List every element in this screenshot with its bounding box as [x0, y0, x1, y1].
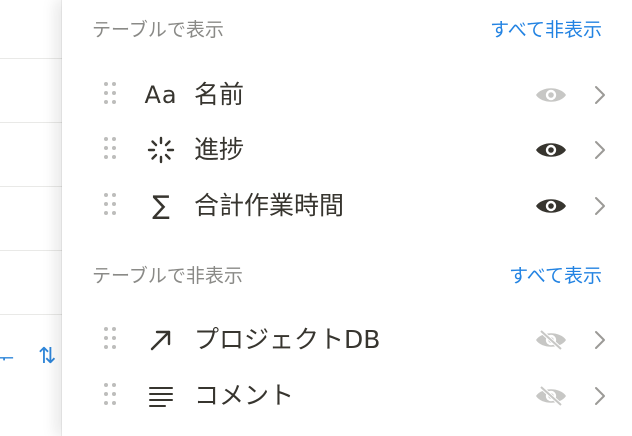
eye-off-icon[interactable]: [534, 328, 568, 352]
drag-handle-icon[interactable]: [104, 193, 118, 219]
sigma-icon: ∑: [152, 191, 170, 221]
hidden-section-title: テーブルで非表示: [92, 265, 243, 287]
eye-icon[interactable]: [534, 83, 568, 107]
table-row-divider: [0, 122, 62, 123]
shown-section-header: テーブルで表示 すべて非表示: [62, 15, 632, 45]
chevron-right-icon[interactable]: [590, 194, 610, 218]
drag-handle-icon[interactable]: [104, 137, 118, 163]
property-label: コメント: [194, 381, 295, 410]
eye-icon[interactable]: [534, 138, 568, 162]
sort-icon[interactable]: ⇅: [38, 346, 56, 368]
chevron-right-icon[interactable]: [590, 328, 610, 352]
shown-section-title: テーブルで表示: [92, 19, 224, 41]
property-label: 進捗: [194, 135, 245, 164]
property-label: 合計作業時間: [194, 191, 345, 220]
text-icon: Aa: [144, 81, 178, 109]
property-row-project-db[interactable]: プロジェクトDB: [62, 314, 632, 366]
drag-handle-icon[interactable]: [104, 82, 118, 108]
property-row-total-hours[interactable]: ∑ 合計作業時間: [62, 180, 632, 232]
table-row-divider: [0, 314, 62, 315]
hide-all-button[interactable]: すべて非表示: [490, 15, 602, 45]
chevron-right-icon[interactable]: [590, 83, 610, 107]
property-row-progress[interactable]: 進捗: [62, 124, 632, 176]
drag-handle-icon[interactable]: [104, 327, 118, 353]
hidden-section-header: テーブルで非表示 すべて表示: [62, 261, 632, 291]
eye-off-icon[interactable]: [534, 384, 568, 408]
table-row-divider: [0, 58, 62, 59]
property-row-comment[interactable]: コメント: [62, 370, 632, 422]
property-row-name[interactable]: Aa 名前: [62, 69, 632, 121]
text-lines-icon: [144, 380, 178, 412]
show-all-button[interactable]: すべて表示: [509, 261, 602, 291]
drag-handle-icon[interactable]: [104, 383, 118, 409]
property-label: 名前: [194, 80, 245, 109]
eye-icon[interactable]: [534, 194, 568, 218]
table-row-divider: [0, 250, 62, 251]
chevron-right-icon[interactable]: [590, 138, 610, 162]
status-spinner-icon: [144, 134, 178, 166]
background-table-edge: ᅮ ⇅: [0, 0, 62, 436]
property-visibility-panel: テーブルで表示 すべて非表示 Aa 名前 進捗 ∑ 合計作業時間 テーブルで非表…: [62, 0, 632, 436]
table-row-divider: [0, 186, 62, 187]
filter-icon[interactable]: ᅮ: [0, 349, 14, 371]
property-label: プロジェクトDB: [194, 325, 381, 354]
relation-arrow-icon: [144, 324, 178, 356]
chevron-right-icon[interactable]: [590, 384, 610, 408]
